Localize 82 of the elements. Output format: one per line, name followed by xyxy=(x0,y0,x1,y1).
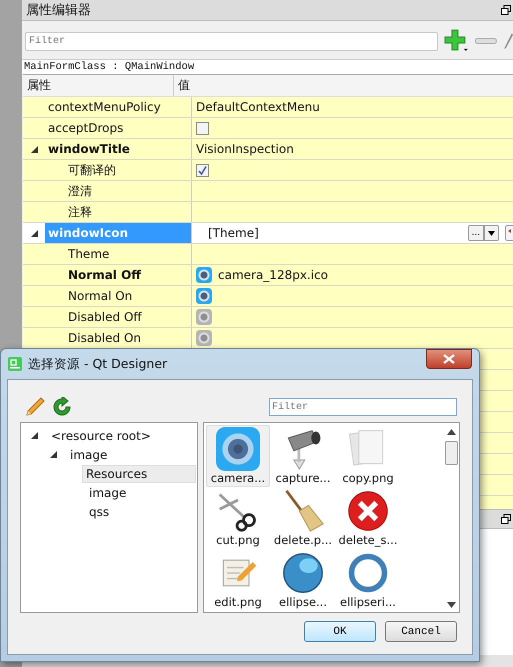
property-row[interactable]: windowIcon [Theme] ... xyxy=(23,223,513,244)
scroll-up-icon[interactable] xyxy=(447,429,456,435)
checkbox[interactable] xyxy=(196,164,209,176)
property-name[interactable]: 澄清 xyxy=(23,181,192,201)
expand-arrow-icon[interactable] xyxy=(31,432,38,439)
property-label: 澄清 xyxy=(67,182,93,200)
property-label: Normal Off xyxy=(67,267,142,284)
property-label: Normal On xyxy=(67,288,134,305)
property-row[interactable]: 澄清 xyxy=(23,181,513,202)
property-row[interactable]: 注释 xyxy=(23,202,513,223)
sphere-icon xyxy=(281,551,325,595)
property-row[interactable]: contextMenuPolicy DefaultContextMenu xyxy=(23,97,513,118)
property-name[interactable]: Theme xyxy=(23,244,192,264)
tree-item[interactable]: image xyxy=(67,446,110,462)
cancel-button[interactable]: Cancel xyxy=(385,621,457,642)
property-label: windowTitle xyxy=(47,141,131,158)
file-item[interactable]: delete.p... xyxy=(271,487,335,549)
expand-arrow-icon[interactable] xyxy=(50,451,57,458)
column-header[interactable]: 值 xyxy=(174,75,513,96)
file-item[interactable]: capture... xyxy=(271,425,335,487)
tree-item[interactable]: qss xyxy=(86,504,112,520)
delete-icon xyxy=(346,489,390,533)
ok-button[interactable]: OK xyxy=(304,621,376,642)
add-icon[interactable] xyxy=(444,29,470,53)
property-label: 可翻译的 xyxy=(67,162,117,178)
property-name[interactable]: 注释 xyxy=(23,202,192,222)
caret-icon xyxy=(488,230,495,236)
property-row[interactable]: Normal On xyxy=(23,286,513,307)
camera-icon xyxy=(216,427,260,471)
property-value: VisionInspection xyxy=(196,142,294,156)
property-name[interactable]: Normal On xyxy=(23,286,192,306)
refresh-icon[interactable] xyxy=(52,397,72,417)
scrollbar-thumb[interactable] xyxy=(445,441,458,465)
property-label: acceptDrops xyxy=(47,120,124,137)
file-item[interactable]: cut.png xyxy=(206,487,270,549)
restore-icon[interactable] xyxy=(501,514,511,524)
property-name[interactable]: 可翻译的 xyxy=(23,160,192,180)
file-item[interactable]: edit.png xyxy=(206,549,270,611)
file-item[interactable]: delete_s... xyxy=(336,487,400,549)
property-row[interactable]: 可翻译的 xyxy=(23,160,513,181)
property-name[interactable]: windowTitle xyxy=(23,139,192,159)
checkbox[interactable] xyxy=(196,122,209,134)
property-value: camera_128px.ico xyxy=(218,268,328,282)
tree-item[interactable]: image xyxy=(86,484,130,500)
expand-arrow-icon[interactable] xyxy=(31,146,38,153)
close-icon xyxy=(443,354,455,364)
tree-item[interactable]: <resource root> xyxy=(48,428,154,444)
tree-item[interactable]: Resources xyxy=(82,464,196,482)
property-row[interactable]: acceptDrops xyxy=(23,118,513,139)
panel-title: 属性编辑器 xyxy=(26,2,92,19)
ring-icon xyxy=(346,551,390,595)
property-label: contextMenuPolicy xyxy=(47,99,162,116)
property-label: Theme xyxy=(67,246,110,263)
dialog-title: 选择资源 - Qt Designer xyxy=(28,356,168,372)
property-row[interactable]: windowTitle VisionInspection xyxy=(23,139,513,160)
property-name[interactable]: acceptDrops xyxy=(23,118,192,138)
file-item[interactable]: ellipse... xyxy=(271,549,335,611)
property-label: 注释 xyxy=(67,204,93,220)
property-row[interactable]: Theme xyxy=(23,244,513,265)
file-item[interactable]: ellipseri... xyxy=(336,549,400,611)
property-name[interactable]: contextMenuPolicy xyxy=(23,97,192,117)
app-logo-icon xyxy=(8,357,22,371)
browse-button[interactable]: ... xyxy=(468,225,484,241)
dropdown-button[interactable] xyxy=(484,225,499,241)
scroll-down-icon[interactable] xyxy=(447,602,456,608)
file-item[interactable]: copy.png xyxy=(336,425,400,487)
expand-arrow-icon[interactable] xyxy=(31,230,38,237)
property-label: Disabled On xyxy=(67,330,142,347)
property-row[interactable]: Normal Off camera_128px.ico xyxy=(23,265,513,286)
property-value: DefaultContextMenu xyxy=(196,100,320,114)
filter-field[interactable]: Filter xyxy=(269,398,457,416)
class-label: MainFormClass : QMainWindow xyxy=(22,59,513,74)
column-header[interactable]: 属性 xyxy=(23,75,174,96)
property-label: Disabled Off xyxy=(67,309,143,326)
property-value: [Theme] xyxy=(208,226,259,240)
filter-field[interactable]: Filter xyxy=(25,32,438,50)
file-item[interactable]: camera... xyxy=(206,425,270,487)
property-name[interactable]: Normal Off xyxy=(23,265,192,285)
pencil-icon[interactable] xyxy=(24,396,46,418)
reset-icon[interactable] xyxy=(505,225,513,241)
close-button[interactable] xyxy=(426,349,472,369)
restore-icon[interactable] xyxy=(501,5,511,15)
